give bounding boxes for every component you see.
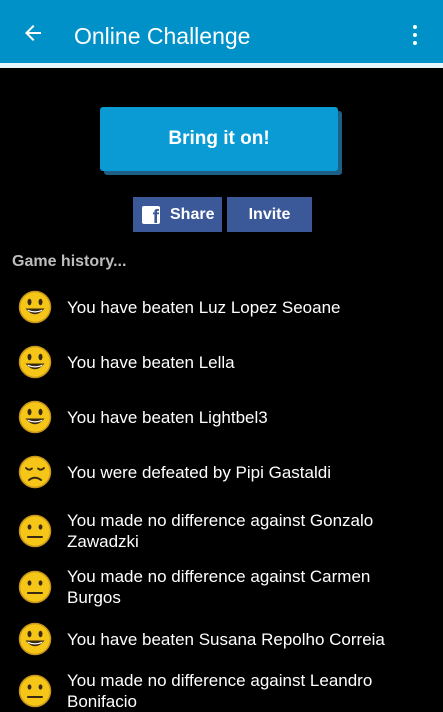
history-item: You have beaten Lightbel3 [18, 400, 438, 434]
history-item-text: You were defeated by Pipi Gastaldi [67, 462, 331, 482]
history-item-text: You have beaten Luz Lopez Seoane [67, 297, 341, 317]
history-item-text: You have beaten Lella [67, 352, 235, 372]
history-item-text: You made no difference against Gonzalo Z… [67, 511, 374, 551]
grinning-face-icon [18, 290, 52, 324]
neutral-face-icon [18, 674, 52, 708]
history-item-text: You have beaten Lightbel3 [67, 407, 268, 427]
history-item: You were defeated by Pipi Gastaldi [18, 455, 438, 489]
history-item: You have beaten Susana Repolho Correia [18, 622, 438, 656]
facebook-icon: f [142, 205, 160, 224]
grinning-face-icon [18, 622, 52, 656]
grinning-face-icon [18, 400, 52, 434]
bring-it-on-button[interactable]: Bring it on! [100, 107, 338, 171]
grinning-face-icon [18, 345, 52, 379]
neutral-face-icon [18, 514, 52, 548]
neutral-face-icon [18, 570, 52, 604]
history-item: You have beaten Luz Lopez Seoane [18, 290, 438, 324]
more-vert-icon [413, 25, 417, 45]
back-button[interactable] [14, 14, 52, 52]
history-item-text: You made no difference against Carmen Bu… [67, 567, 371, 607]
history-item: You made no difference against Carmen Bu… [18, 566, 438, 608]
arrow-left-icon [25, 25, 41, 41]
sad-face-icon [18, 455, 52, 489]
history-item-text: You have beaten Susana Repolho Correia [67, 629, 385, 649]
game-history-heading: Game history... [12, 253, 127, 270]
page-title: Online Challenge [74, 23, 251, 49]
history-item: You made no difference against Gonzalo Z… [18, 510, 438, 552]
history-item-text: You made no difference against Leandro B… [67, 671, 373, 711]
facebook-invite-button[interactable]: Invite [227, 197, 312, 232]
share-label: Share [170, 205, 215, 223]
history-item: You have beaten Lella [18, 345, 438, 379]
app-bar: Online Challenge [0, 0, 443, 63]
overflow-menu-button[interactable] [400, 16, 430, 54]
app-bar-divider [0, 63, 443, 68]
history-item: You made no difference against Leandro B… [18, 670, 438, 712]
facebook-share-button[interactable]: f Share [133, 197, 222, 232]
